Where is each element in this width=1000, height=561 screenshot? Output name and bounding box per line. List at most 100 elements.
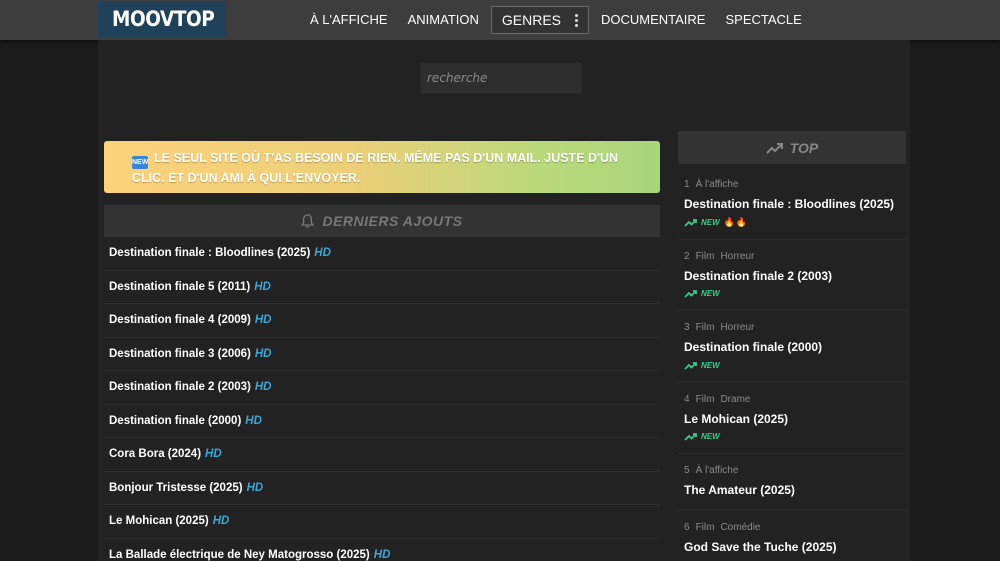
top-item-meta: 1 À l'affiche xyxy=(684,179,906,193)
top-item-meta: 6 Film Comédie xyxy=(684,522,906,536)
latest-section-title: DERNIERS AJOUTS xyxy=(322,213,463,229)
rank: 2 xyxy=(684,250,690,262)
item-title: Destination finale 5 (2011) xyxy=(109,280,251,293)
top-item-meta: 2 Film Horreur xyxy=(684,251,906,265)
rank: 6 xyxy=(684,522,690,533)
top-item-title: Destination finale : Bloodlines (2025) xyxy=(684,197,895,211)
top-item[interactable]: 4 Film Drame Le Mohican (2025) NEW xyxy=(678,383,906,454)
quality-badge: HD xyxy=(205,448,222,460)
top-item-badges: NEW 🔥🔥 xyxy=(684,214,906,230)
trending-up-icon xyxy=(684,361,697,370)
fire-icon: 🔥🔥 xyxy=(723,216,749,227)
list-item[interactable]: La Ballade électrique de Ney Matogrosso … xyxy=(104,539,660,561)
new-badge: NEW xyxy=(701,432,720,441)
new-badge-icon: NEW xyxy=(132,156,148,169)
tag: Film xyxy=(695,250,715,262)
top-item-meta: 3 Film Horreur xyxy=(684,322,906,336)
trending-up-icon xyxy=(684,290,697,298)
tag: Horreur xyxy=(720,250,755,262)
list-item[interactable]: Le Mohican (2025) HD xyxy=(104,505,660,539)
top-section-title: TOP xyxy=(789,139,819,156)
rank: 3 xyxy=(684,322,690,333)
quality-badge: HD xyxy=(246,481,264,494)
top-item[interactable]: 2 Film Horreur Destination finale 2 (2003)… xyxy=(678,240,906,311)
trending-up-icon xyxy=(684,218,697,227)
item-title: La Ballade électrique de Ney Matogrosso … xyxy=(109,548,370,561)
latest-section-header: DERNIERS AJOUTS xyxy=(104,205,660,237)
new-badge: NEW xyxy=(701,289,720,298)
trending-up-icon xyxy=(766,142,783,154)
top-item-title: Destination finale (2000) xyxy=(684,340,823,354)
kebab-menu-icon xyxy=(575,12,578,29)
tag: Drame xyxy=(720,393,751,405)
item-title: Destination finale (2000) xyxy=(109,414,242,427)
rank: 1 xyxy=(684,179,690,190)
tag: À l'affiche xyxy=(695,465,739,476)
tag: Film xyxy=(695,322,715,333)
top-section-header: TOP xyxy=(678,131,906,164)
tag: Film xyxy=(695,393,715,405)
list-item[interactable]: Destination finale (2000) HD xyxy=(104,405,660,438)
item-title: Destination finale 2 (2003) xyxy=(109,381,251,393)
top-item-title: The Amateur (2025) xyxy=(684,483,795,497)
top-item-badges: NEW xyxy=(684,429,906,445)
search-input[interactable] xyxy=(420,62,582,94)
quality-badge: HD xyxy=(254,314,272,326)
item-title: Bonjour Tristesse (2025) xyxy=(109,481,243,494)
top-item[interactable]: 3 Film Horreur Destination finale (2000) N… xyxy=(678,311,906,383)
item-title: Destination finale : Bloodlines (2025) xyxy=(109,247,311,259)
quality-badge: HD xyxy=(254,381,272,393)
quality-badge: HD xyxy=(314,247,331,259)
promo-banner: NEW LE SEUL SITE OÙ T'AS BESOIN DE RIEN. … xyxy=(104,141,660,193)
nav-genres-dropdown[interactable]: GENRES xyxy=(490,6,589,34)
quality-badge: HD xyxy=(254,280,271,293)
item-title: Destination finale 3 (2006) xyxy=(109,347,251,360)
rank: 4 xyxy=(684,393,690,405)
list-item[interactable]: Destination finale 3 (2006) HD xyxy=(104,338,660,371)
tag: Film xyxy=(695,522,715,533)
top-item-title: Le Mohican (2025) xyxy=(684,411,789,426)
list-item[interactable]: Destination finale 4 (2009) HD xyxy=(104,304,660,338)
latest-list: Destination finale : Bloodlines (2025) HD… xyxy=(104,237,660,561)
nav-spectacle[interactable]: SPECTACLE xyxy=(715,6,811,34)
top-item-badges: NEW xyxy=(684,357,906,373)
top-item-badges: NEW xyxy=(684,286,906,302)
banner-text: LE SEUL SITE OÙ T'AS BESOIN DE RIEN. MÊM… xyxy=(132,151,619,185)
top-item[interactable]: 5 À l'affiche The Amateur (2025) xyxy=(678,454,906,511)
top-item-meta: 5 À l'affiche xyxy=(684,465,906,479)
rank: 5 xyxy=(684,465,690,476)
tag: À l'affiche xyxy=(695,179,739,190)
site-logo[interactable]: MOOVTOP xyxy=(98,1,226,37)
nav-animation[interactable]: ANIMATION xyxy=(398,6,489,34)
top-item[interactable]: 1 À l'affiche Destination finale : Bloodl… xyxy=(678,168,906,240)
top-item[interactable]: 6 Film Comédie God Save the Tuche (2025) xyxy=(678,511,906,561)
tag: Horreur xyxy=(720,322,755,333)
item-title: Cora Bora (2024) xyxy=(109,448,202,460)
item-title: Le Mohican (2025) xyxy=(109,515,209,527)
top-item-title: Destination finale 2 (2003) xyxy=(684,268,833,283)
list-item[interactable]: Cora Bora (2024) HD xyxy=(104,438,660,472)
nav-a-l-affiche[interactable]: À L'AFFICHE xyxy=(300,6,398,34)
list-item[interactable]: Bonjour Tristesse (2025) HD xyxy=(104,472,660,505)
nav-genres-label: GENRES xyxy=(501,12,561,28)
top-navbar: MOOVTOP À L'AFFICHE ANIMATION GENRES DOC… xyxy=(0,0,1000,40)
item-title: Destination finale 4 (2009) xyxy=(109,314,251,326)
tag: Comédie xyxy=(720,522,761,533)
list-item[interactable]: Destination finale : Bloodlines (2025) HD xyxy=(104,237,660,271)
quality-badge: HD xyxy=(254,347,272,360)
new-badge: NEW xyxy=(701,360,720,370)
quality-badge: HD xyxy=(245,414,262,427)
logo-text: MOOVTOP xyxy=(112,7,215,31)
new-badge: NEW xyxy=(701,217,720,227)
main-nav: À L'AFFICHE ANIMATION GENRES DOCUMENTAIR… xyxy=(300,0,812,40)
top-list: 1 À l'affiche Destination finale : Bloodl… xyxy=(678,168,906,561)
list-item[interactable]: Destination finale 2 (2003) HD xyxy=(104,371,660,405)
bell-icon xyxy=(301,214,315,228)
nav-documentaire[interactable]: DOCUMENTAIRE xyxy=(591,6,715,34)
trending-up-icon xyxy=(684,433,697,441)
quality-badge: HD xyxy=(373,548,391,561)
list-item[interactable]: Destination finale 5 (2011) HD xyxy=(104,271,660,304)
top-item-title: God Save the Tuche (2025) xyxy=(684,540,837,554)
top-item-meta: 4 Film Drame xyxy=(684,394,906,408)
quality-badge: HD xyxy=(212,515,230,527)
